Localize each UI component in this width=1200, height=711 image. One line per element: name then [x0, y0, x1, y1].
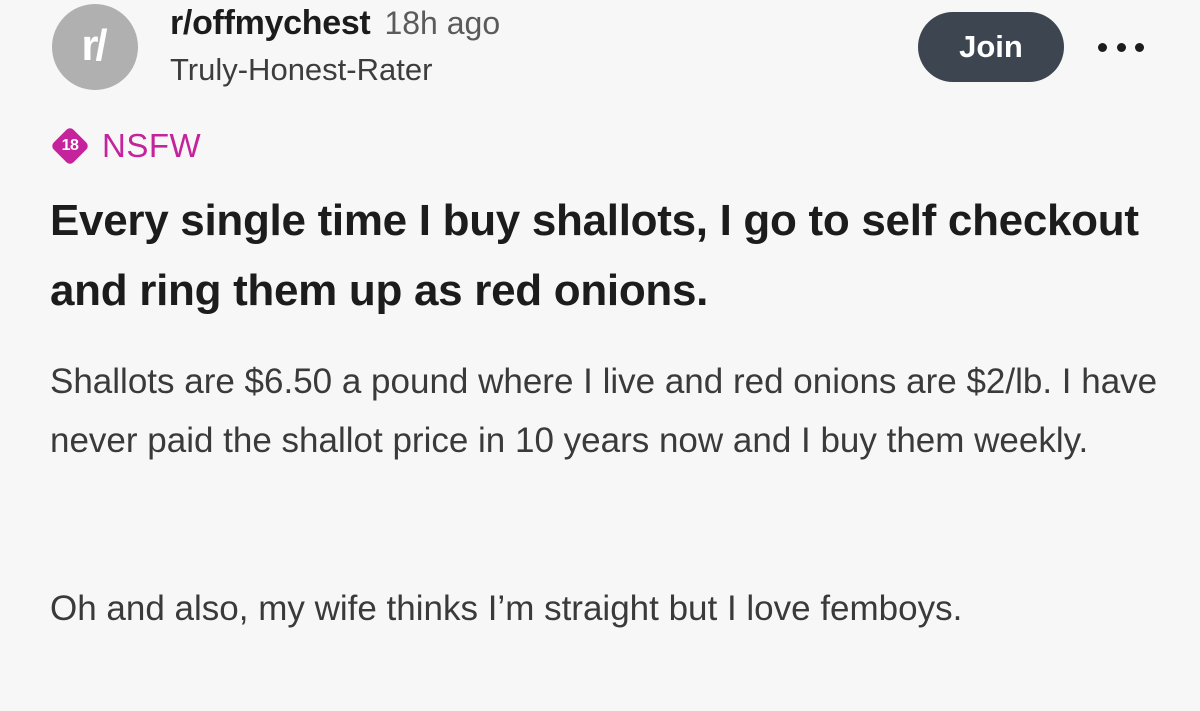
nsfw-18-icon: 18: [50, 126, 90, 166]
author-link[interactable]: Truly-Honest-Rater: [170, 52, 432, 88]
nsfw-badge-number: 18: [61, 137, 79, 154]
subreddit-link[interactable]: r/offmychest: [170, 4, 371, 43]
post-body-paragraph: Shallots are $6.50 a pound where I live …: [50, 362, 1158, 460]
post-time: 18h ago: [384, 5, 501, 41]
more-options-icon[interactable]: [1098, 30, 1144, 64]
dot-icon: [1098, 42, 1107, 52]
subreddit-avatar[interactable]: r/: [52, 4, 138, 90]
join-button[interactable]: Join: [918, 12, 1064, 82]
nsfw-label: NSFW: [102, 127, 202, 164]
post-body-paragraph: Oh and also, my wife thinks I’m straight…: [50, 589, 963, 628]
dot-icon: [1116, 42, 1126, 52]
post-meta: r/offmychest 18h ago: [170, 4, 500, 44]
nsfw-tag: 18 NSFW: [50, 126, 201, 166]
dot-icon: [1135, 42, 1144, 52]
avatar-letter: r/: [81, 21, 107, 70]
post-title[interactable]: Every single time I buy shallots, I go t…: [50, 186, 1170, 326]
